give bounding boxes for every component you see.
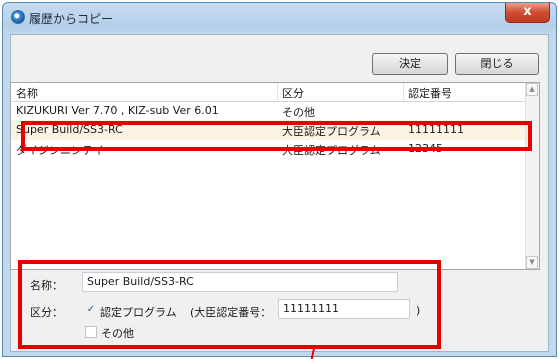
column-header-number[interactable]: 認定番号	[408, 85, 452, 101]
window-close-button[interactable]: x	[505, 3, 550, 23]
highlight-detail-form	[18, 260, 441, 349]
confirm-button[interactable]: 決定	[372, 53, 448, 75]
highlight-selected-row	[21, 121, 532, 151]
title-bar[interactable]: 履歴からコピー x	[3, 3, 556, 33]
column-header-category[interactable]: 区分	[282, 85, 304, 101]
column-divider[interactable]	[403, 83, 404, 101]
column-header-name[interactable]: 名称	[16, 85, 38, 101]
list-scrollbar[interactable]: ▲ ▼	[525, 83, 539, 269]
close-button[interactable]: 閉じる	[455, 53, 539, 75]
row-name: KIZUKURI Ver 7.70 , KIZ-sub Ver 6.01	[16, 104, 219, 117]
row-category: その他	[282, 106, 315, 119]
app-icon	[11, 10, 25, 24]
column-divider[interactable]	[277, 83, 278, 101]
window-title: 履歴からコピー	[29, 12, 114, 26]
list-row[interactable]: KIZUKURI Ver 7.70 , KIZ-sub Ver 6.01 その他	[11, 102, 526, 120]
history-list[interactable]: 名称 区分 認定番号 KIZUKURI Ver 7.70 , KIZ-sub V…	[10, 82, 540, 270]
scroll-down-arrow-icon[interactable]: ▼	[526, 256, 538, 269]
scroll-up-arrow-icon[interactable]: ▲	[526, 83, 538, 96]
list-header: 名称 区分 認定番号	[11, 83, 526, 102]
